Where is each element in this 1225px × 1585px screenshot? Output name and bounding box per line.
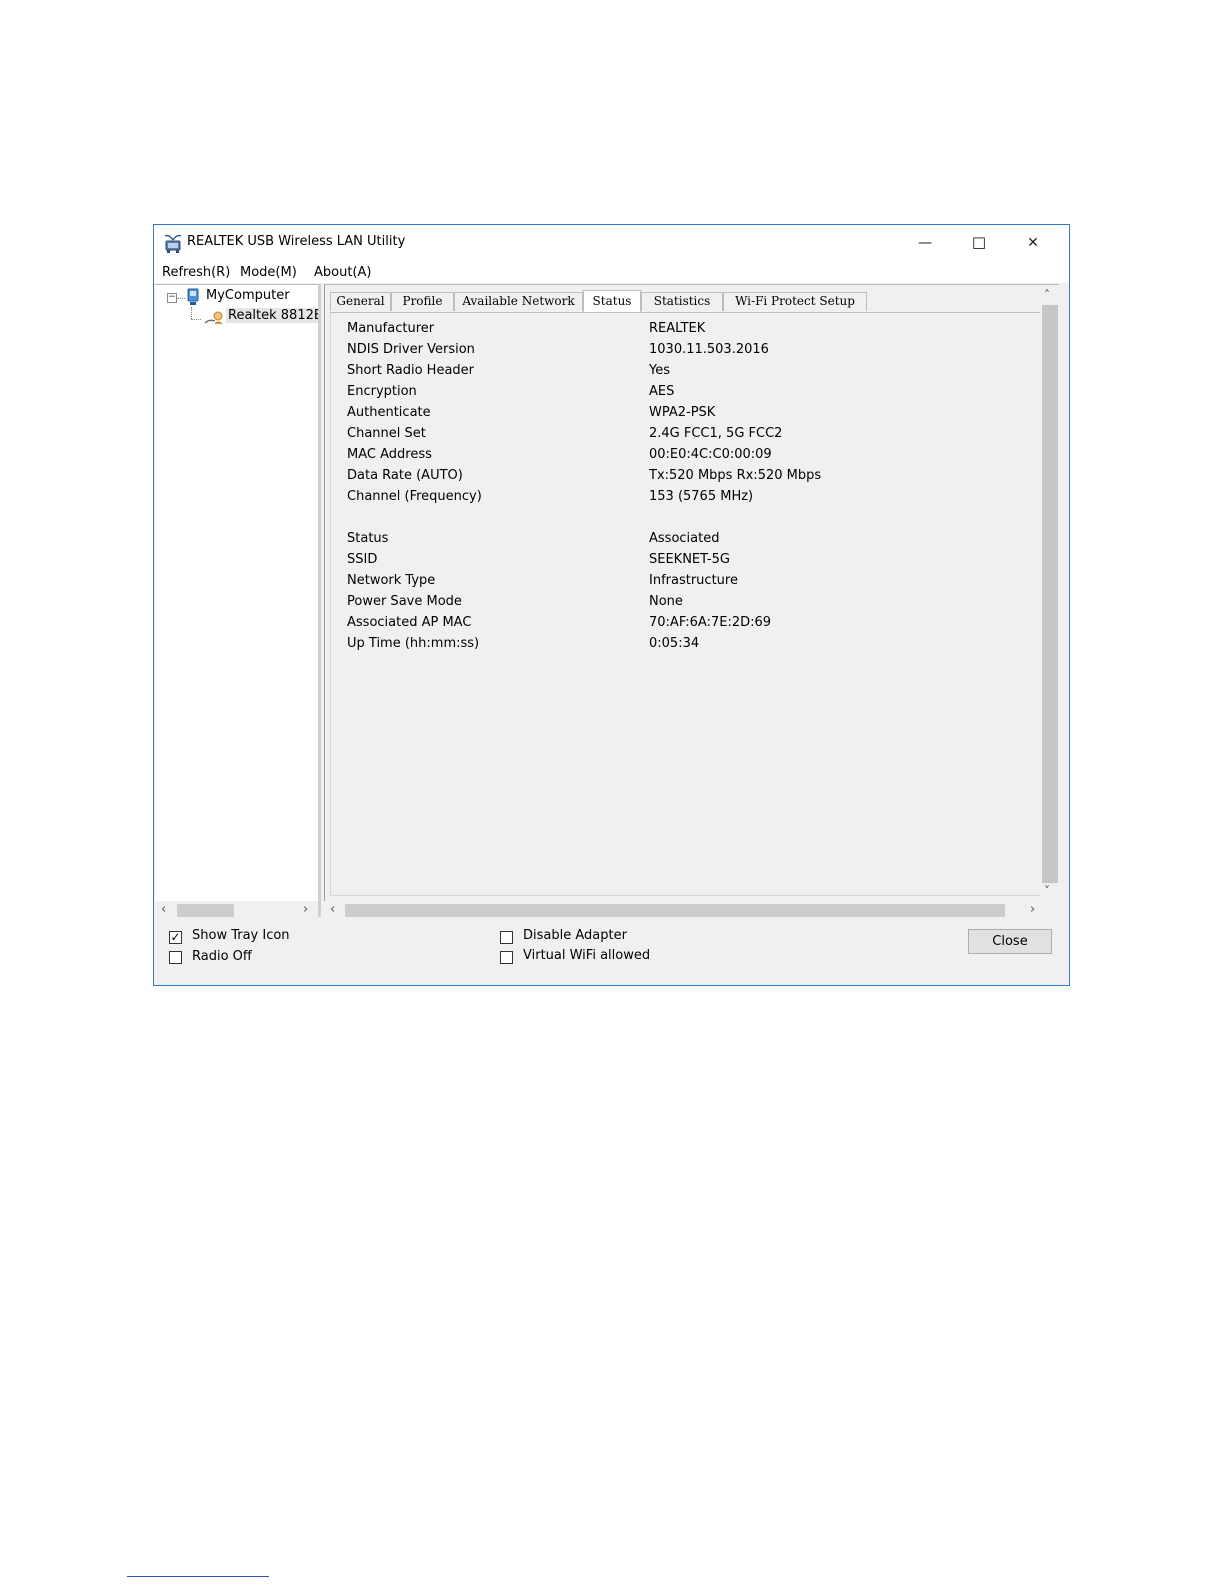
disable-adapter-checkbox[interactable] <box>500 931 513 944</box>
menu-bar: Refresh(R) Mode(M) About(A) <box>154 263 1069 283</box>
device-tree[interactable]: − MyComputer Realtek 8812BU <box>155 284 321 917</box>
show-tray-icon-checkbox[interactable]: ✓ <box>169 931 182 944</box>
value-data-rate: Tx:520 Mbps Rx:520 Mbps <box>649 468 822 483</box>
label-authenticate: Authenticate <box>347 405 431 420</box>
scroll-left-icon[interactable]: ‹ <box>161 902 166 917</box>
status-page: Manufacturer REALTEK NDIS Driver Version… <box>330 312 1041 896</box>
tree-item-adapter[interactable]: Realtek 8812BU <box>226 308 318 323</box>
radio-off-label: Radio Off <box>192 949 252 964</box>
virtual-wifi-label: Virtual WiFi allowed <box>523 948 651 963</box>
label-short-radio-header: Short Radio Header <box>347 363 475 378</box>
app-window: REALTEK USB Wireless LAN Utility — ☐ ✕ R… <box>153 224 1070 986</box>
value-power-save-mode: None <box>649 594 683 609</box>
value-authenticate: WPA2-PSK <box>649 405 716 420</box>
content-horizontal-scrollbar[interactable]: ‹ › <box>324 901 1059 919</box>
label-associated-ap-mac: Associated AP MAC <box>347 615 472 630</box>
tab-container: General Profile Available Network Status… <box>324 284 1059 901</box>
tab-statistics[interactable]: Statistics <box>641 292 723 311</box>
close-button[interactable]: Close <box>968 929 1052 954</box>
value-ssid: SEEKNET-5G <box>649 552 730 567</box>
radio-off-checkbox[interactable] <box>169 951 182 964</box>
label-encryption: Encryption <box>347 384 417 399</box>
value-channel-set: 2.4G FCC1, 5G FCC2 <box>649 426 783 441</box>
virtual-wifi-checkbox[interactable] <box>500 951 513 964</box>
window-title: REALTEK USB Wireless LAN Utility <box>187 234 406 249</box>
value-encryption: AES <box>649 384 675 399</box>
tree-connector <box>191 307 192 319</box>
tab-general[interactable]: General <box>330 292 391 311</box>
menu-mode[interactable]: Mode(M) <box>240 265 297 280</box>
close-icon: ✕ <box>1027 235 1039 251</box>
minimize-icon: — <box>918 235 932 251</box>
tree-horizontal-scrollbar[interactable]: ‹ › <box>155 901 318 919</box>
tree-collapse-toggle[interactable]: − <box>167 293 177 303</box>
label-channel-frequency: Channel (Frequency) <box>347 489 482 504</box>
scroll-down-icon[interactable]: ˅ <box>1044 884 1050 898</box>
maximize-button[interactable]: ☐ <box>952 225 1006 261</box>
value-channel-frequency: 153 (5765 MHz) <box>649 489 754 504</box>
show-tray-icon-label: Show Tray Icon <box>192 928 290 943</box>
title-bar[interactable]: REALTEK USB Wireless LAN Utility — ☐ ✕ <box>154 225 1069 263</box>
label-manufacturer: Manufacturer <box>347 321 435 336</box>
maximize-icon: ☐ <box>971 233 987 253</box>
value-network-type: Infrastructure <box>649 573 738 588</box>
value-manufacturer: REALTEK <box>649 321 706 336</box>
label-network-type: Network Type <box>347 573 436 588</box>
scroll-up-icon[interactable]: ˄ <box>1044 288 1050 302</box>
disable-adapter-label: Disable Adapter <box>523 928 627 943</box>
label-ndis-driver-version: NDIS Driver Version <box>347 342 475 357</box>
label-power-save-mode: Power Save Mode <box>347 594 462 609</box>
scroll-left-icon[interactable]: ‹ <box>330 902 335 917</box>
tree-connector <box>191 319 201 320</box>
value-up-time: 0:05:34 <box>649 636 700 651</box>
label-data-rate: Data Rate (AUTO) <box>347 468 463 483</box>
wireless-utility-icon <box>164 234 182 253</box>
tab-status[interactable]: Status <box>583 290 641 313</box>
close-window-button[interactable]: ✕ <box>1006 225 1060 261</box>
scroll-right-icon[interactable]: › <box>1030 902 1035 917</box>
tab-available-network[interactable]: Available Network <box>454 292 583 311</box>
value-status: Associated <box>649 531 720 546</box>
tree-item-mycomputer[interactable]: MyComputer <box>206 288 290 303</box>
label-ssid: SSID <box>347 552 378 567</box>
scroll-right-icon[interactable]: › <box>303 902 308 917</box>
label-status: Status <box>347 531 389 546</box>
minimize-button[interactable]: — <box>898 225 952 261</box>
wireless-adapter-icon <box>204 311 223 325</box>
computer-icon <box>187 288 199 305</box>
tab-profile[interactable]: Profile <box>391 292 454 311</box>
menu-about[interactable]: About(A) <box>314 265 371 280</box>
label-up-time: Up Time (hh:mm:ss) <box>347 636 480 651</box>
scroll-thumb[interactable] <box>177 904 234 917</box>
value-associated-ap-mac: 70:AF:6A:7E:2D:69 <box>649 615 772 630</box>
value-ndis-driver-version: 1030.11.503.2016 <box>649 342 769 357</box>
scroll-thumb[interactable] <box>345 904 1005 917</box>
tab-wifi-protect-setup[interactable]: Wi-Fi Protect Setup <box>723 292 867 311</box>
label-mac-address: MAC Address <box>347 447 432 462</box>
menu-refresh[interactable]: Refresh(R) <box>162 265 230 280</box>
scroll-thumb[interactable] <box>1042 305 1058 883</box>
content-vertical-scrollbar[interactable]: ˄ ˅ <box>1040 286 1059 901</box>
label-channel-set: Channel Set <box>347 426 426 441</box>
value-short-radio-header: Yes <box>649 363 670 378</box>
tree-connector <box>177 298 185 299</box>
footnote-divider <box>127 1576 269 1577</box>
value-mac-address: 00:E0:4C:C0:00:09 <box>649 447 772 462</box>
